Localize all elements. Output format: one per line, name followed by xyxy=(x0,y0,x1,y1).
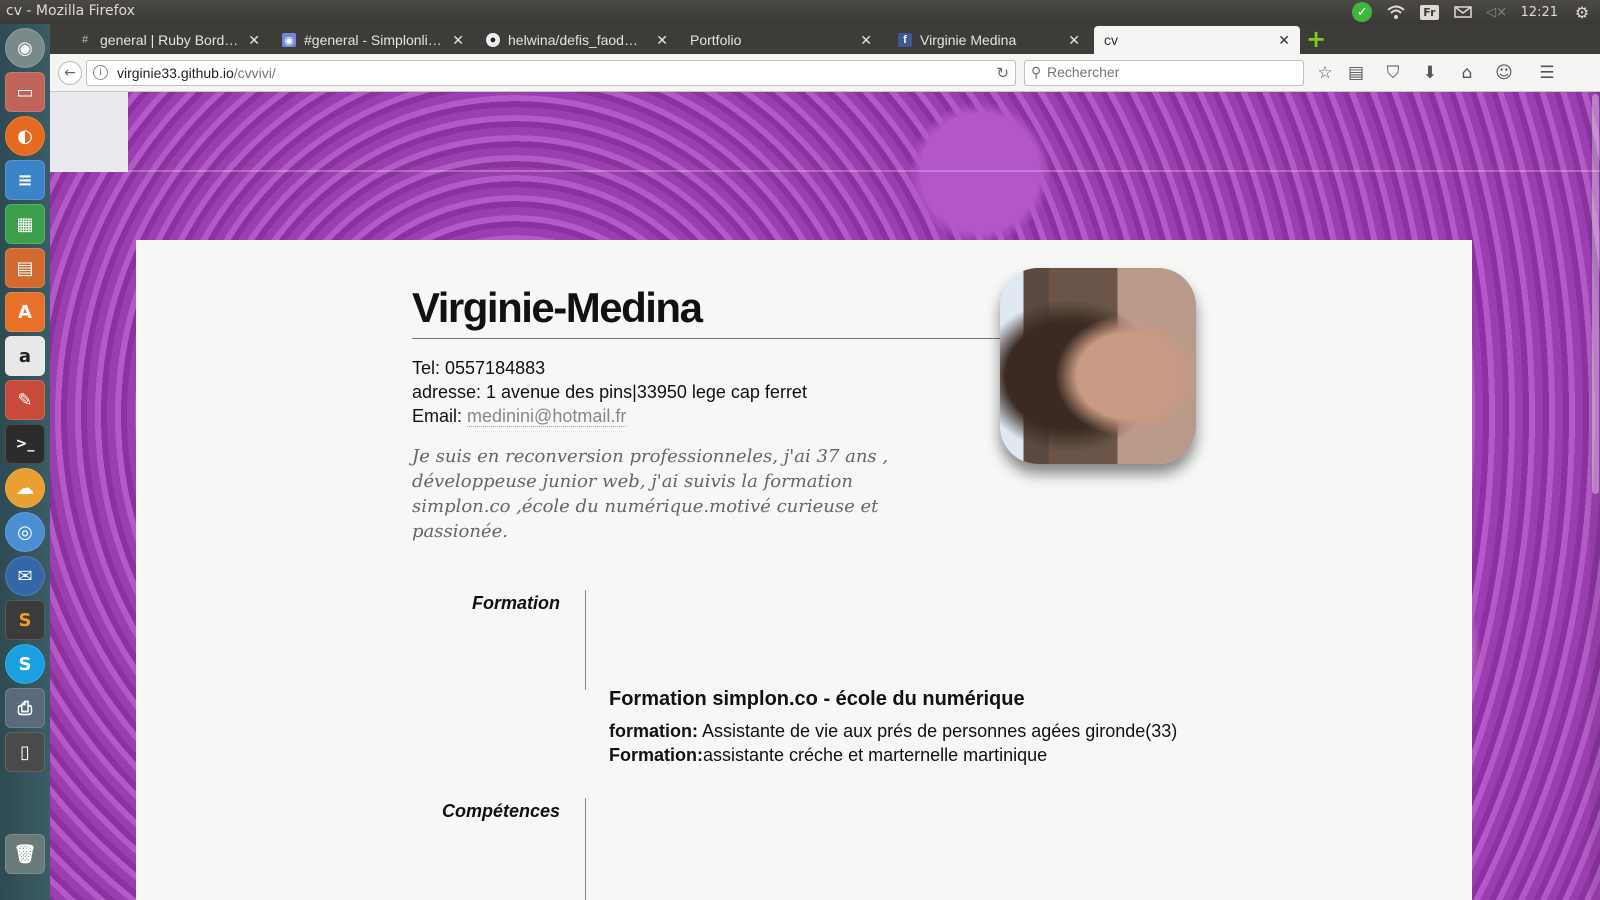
url-text[interactable]: virginie33.github.io/cvvivi/ xyxy=(117,65,276,81)
profile-photo xyxy=(1000,268,1196,464)
section-divider-formation xyxy=(585,590,586,690)
close-icon[interactable]: ✕ xyxy=(656,32,668,49)
tab-virginie-medina[interactable]: f Virginie Medina ✕ xyxy=(888,26,1090,54)
section-title-competences: Compétences xyxy=(441,801,560,821)
keyboard-layout-indicator[interactable]: Fr xyxy=(1420,4,1439,20)
new-tab-button[interactable]: + xyxy=(1304,27,1328,52)
clock[interactable]: 12:21 xyxy=(1521,5,1558,20)
address-line: adresse: 1 avenue des pins|33950 lege ca… xyxy=(412,382,807,402)
github-icon: ● xyxy=(486,33,500,47)
bio-text: Je suis en reconversion professionneles,… xyxy=(412,446,889,542)
launcher-skype-icon[interactable]: S xyxy=(5,644,45,684)
chat-icon[interactable]: ☺ xyxy=(1493,62,1515,84)
close-icon[interactable]: ✕ xyxy=(452,32,464,49)
launcher-software-center-icon[interactable]: A xyxy=(5,292,45,332)
tab-ruby-bordeaux[interactable]: # general | Ruby Bord… ✕ xyxy=(68,26,270,54)
formation-line-2-label: Formation: xyxy=(609,745,703,765)
launcher-calc-icon[interactable]: ▦ xyxy=(5,204,45,244)
cv-card xyxy=(136,240,1472,900)
launcher-file-manager-icon[interactable]: ▭ xyxy=(5,72,45,112)
formation-heading: Formation simplon.co - école du numériqu… xyxy=(609,688,1025,710)
launcher-amazon-icon[interactable]: a xyxy=(5,336,45,376)
scrollbar-thumb[interactable] xyxy=(1592,94,1599,494)
bookmark-star-icon[interactable]: ☆ xyxy=(1314,62,1336,84)
scrollbar[interactable] xyxy=(1590,92,1600,900)
phone-line: Tel: 0557184883 xyxy=(412,358,546,378)
title-underline xyxy=(412,338,1022,339)
window-title: cv - Mozilla Firefox xyxy=(6,3,135,19)
launcher-firefox-icon[interactable]: ◐ xyxy=(5,116,45,156)
close-icon[interactable]: ✕ xyxy=(248,32,260,49)
section-title-formation: Formation xyxy=(472,593,560,613)
formation-line-1: formation: Assistante de vie aux prés de… xyxy=(609,721,1177,742)
launcher-thunderbird-icon[interactable]: ✉ xyxy=(5,556,45,596)
launcher-ubuntu-one-icon[interactable]: ☁ xyxy=(5,468,45,508)
launcher-writer-icon[interactable]: ≡ xyxy=(5,160,45,200)
gear-icon[interactable]: ⚙ xyxy=(1572,2,1592,22)
launcher-terminal-icon[interactable]: >_ xyxy=(5,424,45,464)
close-icon[interactable]: ✕ xyxy=(860,32,872,49)
search-input[interactable] xyxy=(1047,64,1297,80)
section-divider-competences xyxy=(585,798,586,900)
launcher-trash-icon[interactable]: 🗑 xyxy=(5,834,45,874)
header-divider xyxy=(128,170,1600,172)
launcher: ◉ ▭ ◐ ≡ ▦ ▤ A a ✎ >_ ☁ ◎ ✉ S S ⎙ ▯ 🗑 xyxy=(0,24,50,900)
launcher-chromium-icon[interactable]: ◎ xyxy=(5,512,45,552)
mail-icon[interactable] xyxy=(1453,2,1473,22)
header-corner xyxy=(50,92,128,172)
formation-line-2-text: assistante créche et marternelle martini… xyxy=(703,745,1048,765)
launcher-files-icon[interactable]: ◉ xyxy=(5,28,45,68)
reload-icon[interactable]: ↻ xyxy=(996,64,1009,82)
nav-bar: ← i virginie33.github.io/cvvivi/ ↻ ⚲ ☆ ▤… xyxy=(50,54,1600,92)
launcher-phone-icon[interactable]: ▯ xyxy=(5,732,45,772)
back-button[interactable]: ← xyxy=(58,61,82,85)
volume-muted-icon[interactable]: ◁× xyxy=(1486,2,1507,22)
tab-cv[interactable]: cv ✕ xyxy=(1094,26,1300,54)
reading-list-icon[interactable]: ▤ xyxy=(1345,62,1367,84)
email-label: Email: xyxy=(412,406,468,426)
search-bar[interactable]: ⚲ xyxy=(1024,60,1304,86)
page-viewport: Virginie-Medina Tel: 0557184883 adresse:… xyxy=(50,92,1600,900)
wifi-icon[interactable] xyxy=(1386,2,1406,22)
launcher-printer-icon[interactable]: ⎙ xyxy=(5,688,45,728)
search-icon: ⚲ xyxy=(1031,64,1042,80)
close-icon[interactable]: ✕ xyxy=(1278,32,1290,49)
launcher-system-settings-icon[interactable]: ✎ xyxy=(5,380,45,420)
system-tray: ✓ Fr ◁× 12:21 ⚙ xyxy=(1352,2,1592,22)
info-icon[interactable]: i xyxy=(93,65,108,80)
formation-line-2: Formation:assistante créche et marternel… xyxy=(609,745,1047,766)
url-bar[interactable]: i virginie33.github.io/cvvivi/ ↻ xyxy=(86,60,1016,86)
hash-icon: # xyxy=(81,34,89,46)
tab-general-simplonline[interactable]: ◉ #general - Simplonli… ✕ xyxy=(272,26,474,54)
tab-strip: # general | Ruby Bord… ✕ ◉ #general - Si… xyxy=(50,24,1600,54)
menu-icon[interactable]: ☰ xyxy=(1536,62,1558,84)
email-link[interactable]: medinini@hotmail.fr xyxy=(467,406,627,427)
page-title: Virginie-Medina xyxy=(412,284,703,331)
formation-line-1-text: Assistante de vie aux prés de personnes … xyxy=(698,721,1178,741)
facebook-icon: f xyxy=(898,33,912,47)
launcher-impress-icon[interactable]: ▤ xyxy=(5,248,45,288)
pocket-icon[interactable]: ⛉ xyxy=(1382,62,1404,84)
launcher-sublime-text-icon[interactable]: S xyxy=(5,600,45,640)
home-icon[interactable]: ⌂ xyxy=(1456,62,1478,84)
download-icon[interactable]: ⬇ xyxy=(1419,62,1441,84)
close-icon[interactable]: ✕ xyxy=(1068,32,1080,49)
update-check-icon[interactable]: ✓ xyxy=(1352,2,1373,22)
tab-portfolio[interactable]: Portfolio ✕ xyxy=(680,26,882,54)
url-path: /cvvivi/ xyxy=(233,65,276,81)
formation-line-1-label: formation: xyxy=(609,721,698,741)
discord-icon: ◉ xyxy=(282,33,296,47)
email-line: Email: medinini@hotmail.fr xyxy=(412,406,627,427)
top-panel: cv - Mozilla Firefox ✓ Fr ◁× 12:21 ⚙ xyxy=(0,0,1600,24)
tab-github-defis[interactable]: ● helwina/defis_faod… ✕ xyxy=(476,26,678,54)
url-host: virginie33.github.io xyxy=(117,65,234,81)
